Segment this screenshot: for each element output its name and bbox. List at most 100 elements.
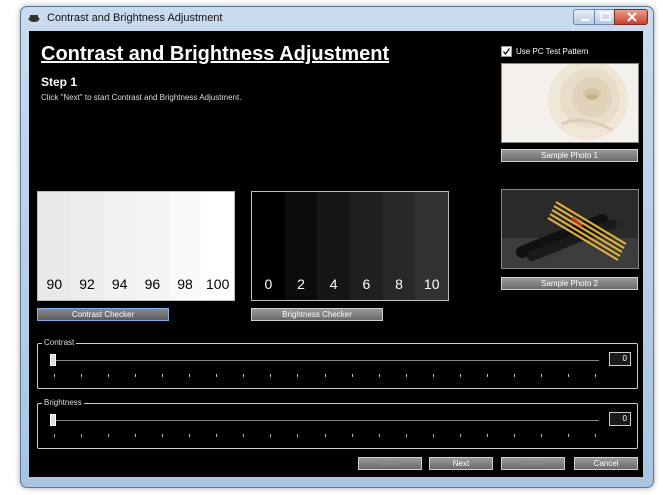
finish-button[interactable]: Finish <box>501 457 565 470</box>
contrast-value: 94 <box>111 276 128 292</box>
client-area: Contrast and Brightness Adjustment Step … <box>29 31 643 477</box>
slider-tick <box>216 434 218 437</box>
slider-tick <box>135 374 137 377</box>
contrast-value: 96 <box>144 276 161 292</box>
slider-tick <box>540 374 542 377</box>
page-title: Contrast and Brightness Adjustment <box>41 43 390 65</box>
close-button[interactable] <box>614 9 648 25</box>
slider-tick <box>243 374 245 377</box>
brightness-checker-panel: 0 2 4 6 8 10 <box>251 191 449 301</box>
cancel-button[interactable]: Cancel <box>574 457 638 470</box>
brightness-cell: 4 <box>317 192 351 300</box>
slider-tick <box>513 374 515 377</box>
slider-tick <box>567 374 569 377</box>
slider-tick <box>54 434 55 437</box>
sample-photo-2 <box>501 189 639 269</box>
brightness-slider-ticks <box>54 434 596 438</box>
slider-tick <box>459 434 461 437</box>
close-icon <box>627 12 637 22</box>
maximize-icon <box>600 12 611 21</box>
slider-tick <box>378 374 380 377</box>
slider-tick <box>351 434 353 437</box>
slider-tick <box>513 434 515 437</box>
brightness-value: 4 <box>329 276 338 292</box>
contrast-checker-button[interactable]: Contrast Checker <box>37 308 169 321</box>
slider-tick <box>108 374 110 377</box>
slider-tick <box>540 434 542 437</box>
slider-tick <box>108 434 110 437</box>
slider-tick <box>162 374 164 377</box>
brightness-cell: 8 <box>382 192 416 300</box>
contrast-cell: 94 <box>103 192 137 300</box>
sample-photo-1 <box>501 63 639 143</box>
minimize-button[interactable] <box>573 9 595 25</box>
brightness-group: Brightness 0 <box>37 398 638 449</box>
slider-tick <box>135 434 137 437</box>
slider-tick <box>378 434 380 437</box>
brightness-group-label: Brightness <box>42 398 84 407</box>
slider-tick <box>189 374 191 377</box>
contrast-value: 90 <box>46 276 63 292</box>
brightness-value: 0 <box>264 276 273 292</box>
slider-tick <box>216 374 218 377</box>
slider-tick <box>432 374 434 377</box>
slider-tick <box>54 374 55 377</box>
test-pattern-label: Use PC Test Pattern <box>516 47 589 56</box>
contrast-cell: 90 <box>38 192 71 300</box>
brightness-slider-track[interactable] <box>50 420 599 421</box>
brightness-value: 2 <box>297 276 305 292</box>
contrast-value: 100 <box>206 276 230 292</box>
slider-tick <box>459 374 461 377</box>
brightness-slider-thumb[interactable] <box>50 414 56 426</box>
brightness-value-field[interactable]: 0 <box>609 412 631 426</box>
window-title: Contrast and Brightness Adjustment <box>47 12 223 24</box>
contrast-slider-thumb[interactable] <box>50 354 56 366</box>
slider-tick <box>405 374 407 377</box>
contrast-slider-track[interactable] <box>50 360 599 361</box>
slider-tick <box>324 374 326 377</box>
slider-tick <box>432 434 434 437</box>
instruction-text: Click "Next" to start Contrast and Brigh… <box>41 93 242 102</box>
contrast-slider-ticks <box>54 374 596 378</box>
test-pattern-checkbox[interactable] <box>501 46 512 57</box>
title-bar[interactable]: Contrast and Brightness Adjustment <box>21 7 653 31</box>
slider-tick <box>162 434 164 437</box>
step-label: Step 1 <box>41 75 78 89</box>
slider-tick <box>567 434 569 437</box>
slider-tick <box>324 434 326 437</box>
slider-tick <box>351 374 353 377</box>
contrast-checker-panel: 90 92 94 96 98 100 <box>37 191 235 301</box>
slider-tick <box>81 374 83 377</box>
slider-tick <box>270 374 272 377</box>
contrast-cell: 96 <box>136 192 169 300</box>
contrast-value: 92 <box>79 276 95 292</box>
contrast-value-field[interactable]: 0 <box>609 352 631 366</box>
slider-tick <box>189 434 191 437</box>
contrast-cell: 100 <box>201 192 234 300</box>
sample-photo-2-button[interactable]: Sample Photo 2 <box>501 277 638 290</box>
brightness-value: 10 <box>423 276 440 292</box>
slider-tick <box>81 434 83 437</box>
contrast-group-label: Contrast <box>42 338 77 347</box>
app-window: Contrast and Brightness Adjustment Contr… <box>20 6 654 488</box>
next-button[interactable]: Next <box>429 457 493 470</box>
slider-tick <box>486 374 488 377</box>
slider-tick <box>243 434 245 437</box>
contrast-cell: 98 <box>168 192 202 300</box>
contrast-cell: 92 <box>70 192 104 300</box>
checkmark-icon <box>502 48 511 56</box>
slider-tick <box>595 374 596 377</box>
brightness-cell: 6 <box>350 192 383 300</box>
slider-tick <box>486 434 488 437</box>
brightness-cell: 10 <box>415 192 448 300</box>
sample-photo-1-button[interactable]: Sample Photo 1 <box>501 149 638 162</box>
test-pattern-option[interactable]: Use PC Test Pattern <box>501 46 588 57</box>
maximize-button[interactable] <box>594 9 615 25</box>
slider-tick <box>297 434 299 437</box>
back-button[interactable]: Back <box>358 457 422 470</box>
brightness-checker-button[interactable]: Brightness Checker <box>251 308 383 321</box>
slider-tick <box>405 434 407 437</box>
contrast-value: 98 <box>177 276 193 292</box>
brightness-cell: 2 <box>284 192 318 300</box>
brightness-cell: 0 <box>252 192 285 300</box>
